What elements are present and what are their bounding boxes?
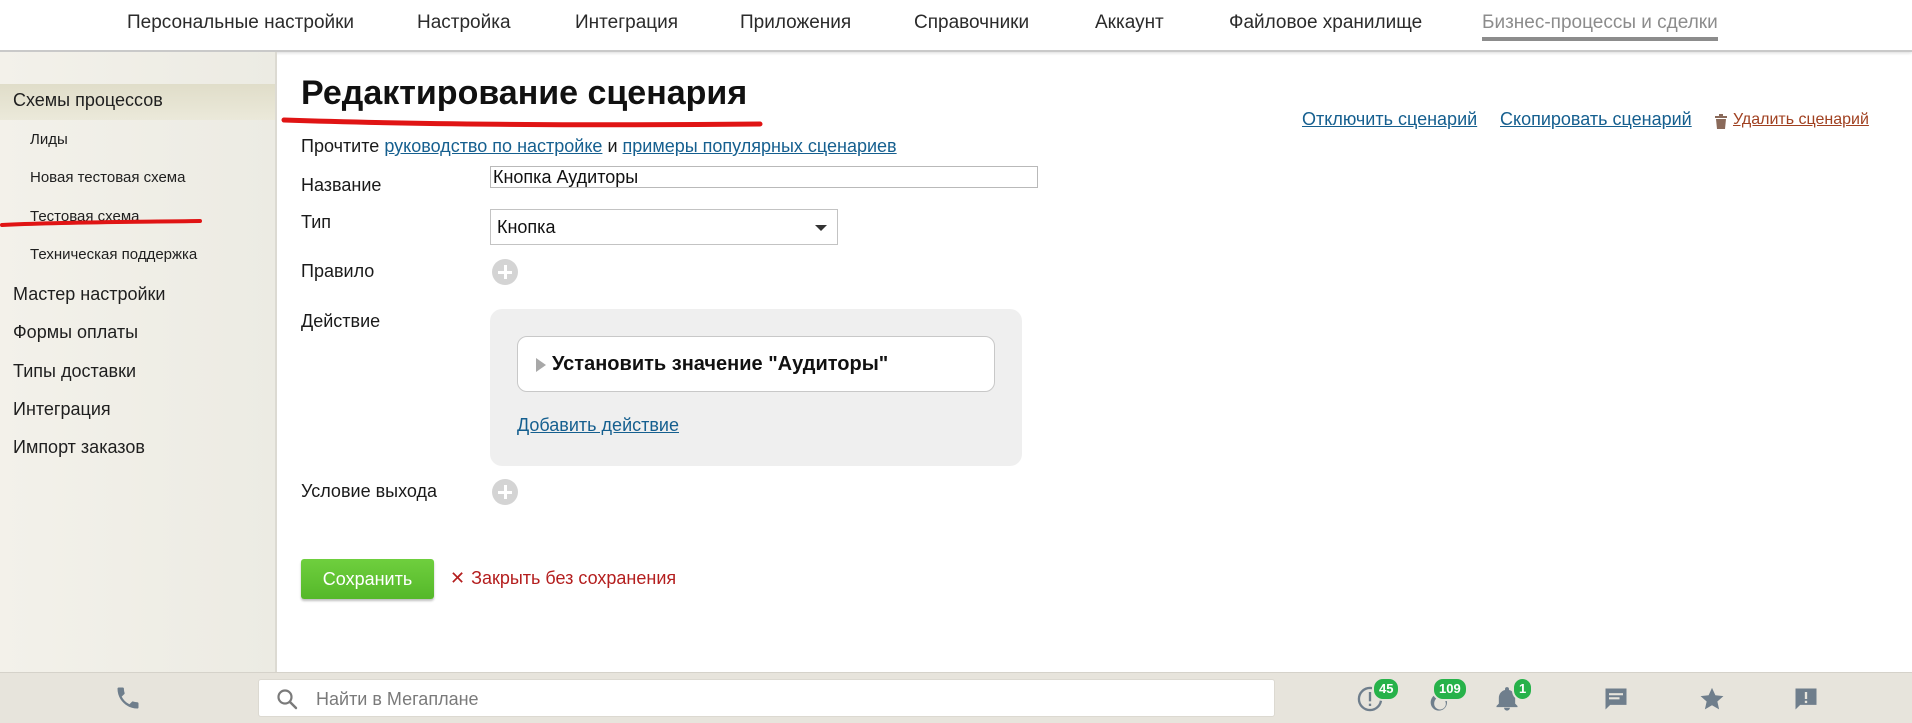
exit-condition-label: Условие выхода	[301, 481, 438, 501]
notifications-badge: 1	[1512, 677, 1534, 701]
sidebar: Схемы процессов Лиды Новая тестовая схем…	[0, 52, 277, 672]
disable-scenario-link[interactable]: Отключить сценарий	[1302, 109, 1477, 130]
red-underline-annotation-title	[281, 117, 763, 128]
sidebar-scheme-tech-support[interactable]: Техническая поддержка	[30, 246, 197, 263]
top-navigation: Персональные настройки Настройка Интегра…	[0, 0, 1912, 52]
sidebar-scheme-leads[interactable]: Лиды	[30, 131, 68, 148]
action-card-title: Установить значение "Аудиторы"	[552, 353, 889, 375]
sidebar-item-payment-forms[interactable]: Формы оплаты	[13, 322, 138, 343]
actions-container: Установить значение "Аудиторы" Добавить …	[490, 309, 1022, 466]
search-box[interactable]	[258, 679, 1275, 717]
phone-icon[interactable]	[114, 684, 142, 717]
hint-prefix: Прочтите	[301, 136, 380, 156]
name-input[interactable]	[490, 166, 1038, 188]
star-icon[interactable]	[1698, 685, 1726, 718]
chat-icon[interactable]	[1602, 685, 1630, 718]
add-action-link[interactable]: Добавить действие	[517, 415, 679, 436]
sidebar-item-integration[interactable]: Интеграция	[13, 399, 111, 420]
bottom-bar: 45 109 1	[0, 672, 1912, 723]
action-label: Действие	[301, 311, 381, 331]
hint-and: и	[607, 136, 618, 156]
add-rule-plus-circle-icon[interactable]	[492, 259, 518, 285]
nav-directories[interactable]: Справочники	[914, 12, 1029, 34]
feedback-icon[interactable]	[1792, 685, 1820, 718]
nav-integration[interactable]: Интеграция	[575, 12, 678, 34]
name-label: Название	[301, 175, 382, 195]
tasks-badge: 45	[1372, 677, 1401, 701]
hot-badge: 109	[1432, 677, 1468, 701]
close-without-saving-label: Закрыть без сохранения	[471, 568, 677, 588]
caret-down-icon	[815, 225, 827, 231]
trash-icon[interactable]	[1714, 114, 1728, 135]
sidebar-scheme-test[interactable]: Тестовая схема	[30, 208, 139, 225]
setup-guide-link[interactable]: руководство по настройке	[384, 136, 602, 156]
action-card[interactable]: Установить значение "Аудиторы"	[517, 336, 995, 392]
nav-business-processes[interactable]: Бизнес-процессы и сделки	[1482, 12, 1718, 41]
delete-scenario-link[interactable]: Удалить сценарий	[1733, 111, 1869, 129]
nav-settings[interactable]: Настройка	[417, 12, 511, 34]
type-select-value: Кнопка	[497, 217, 556, 237]
sidebar-item-delivery-types[interactable]: Типы доставки	[13, 361, 136, 382]
rule-label: Правило	[301, 261, 375, 281]
close-x-icon: ✕	[450, 568, 466, 588]
save-button[interactable]: Сохранить	[301, 559, 434, 599]
sidebar-item-process-schemes[interactable]: Схемы процессов	[13, 90, 163, 111]
popular-scenarios-link[interactable]: примеры популярных сценариев	[623, 136, 897, 156]
hint-line: Прочтите руководство по настройке и прим…	[301, 136, 897, 157]
nav-account[interactable]: Аккаунт	[1095, 12, 1164, 34]
close-without-saving-link[interactable]: ✕ Закрыть без сохранения	[450, 568, 676, 589]
page-title: Редактирование сценария	[301, 74, 748, 112]
sidebar-scheme-new-test[interactable]: Новая тестовая схема	[30, 169, 185, 186]
nav-applications[interactable]: Приложения	[740, 12, 851, 34]
sidebar-item-setup-wizard[interactable]: Мастер настройки	[13, 284, 165, 305]
nav-file-storage[interactable]: Файловое хранилище	[1229, 12, 1422, 34]
nav-personal-settings[interactable]: Персональные настройки	[127, 12, 354, 34]
search-icon	[275, 687, 299, 716]
type-label: Тип	[301, 212, 332, 232]
type-select[interactable]: Кнопка	[490, 209, 838, 245]
sidebar-item-import-orders[interactable]: Импорт заказов	[13, 437, 145, 458]
add-exit-condition-plus-circle-icon[interactable]	[492, 479, 518, 505]
search-input[interactable]	[314, 686, 1218, 712]
copy-scenario-link[interactable]: Скопировать сценарий	[1500, 109, 1692, 130]
expand-triangle-icon[interactable]	[536, 358, 546, 372]
